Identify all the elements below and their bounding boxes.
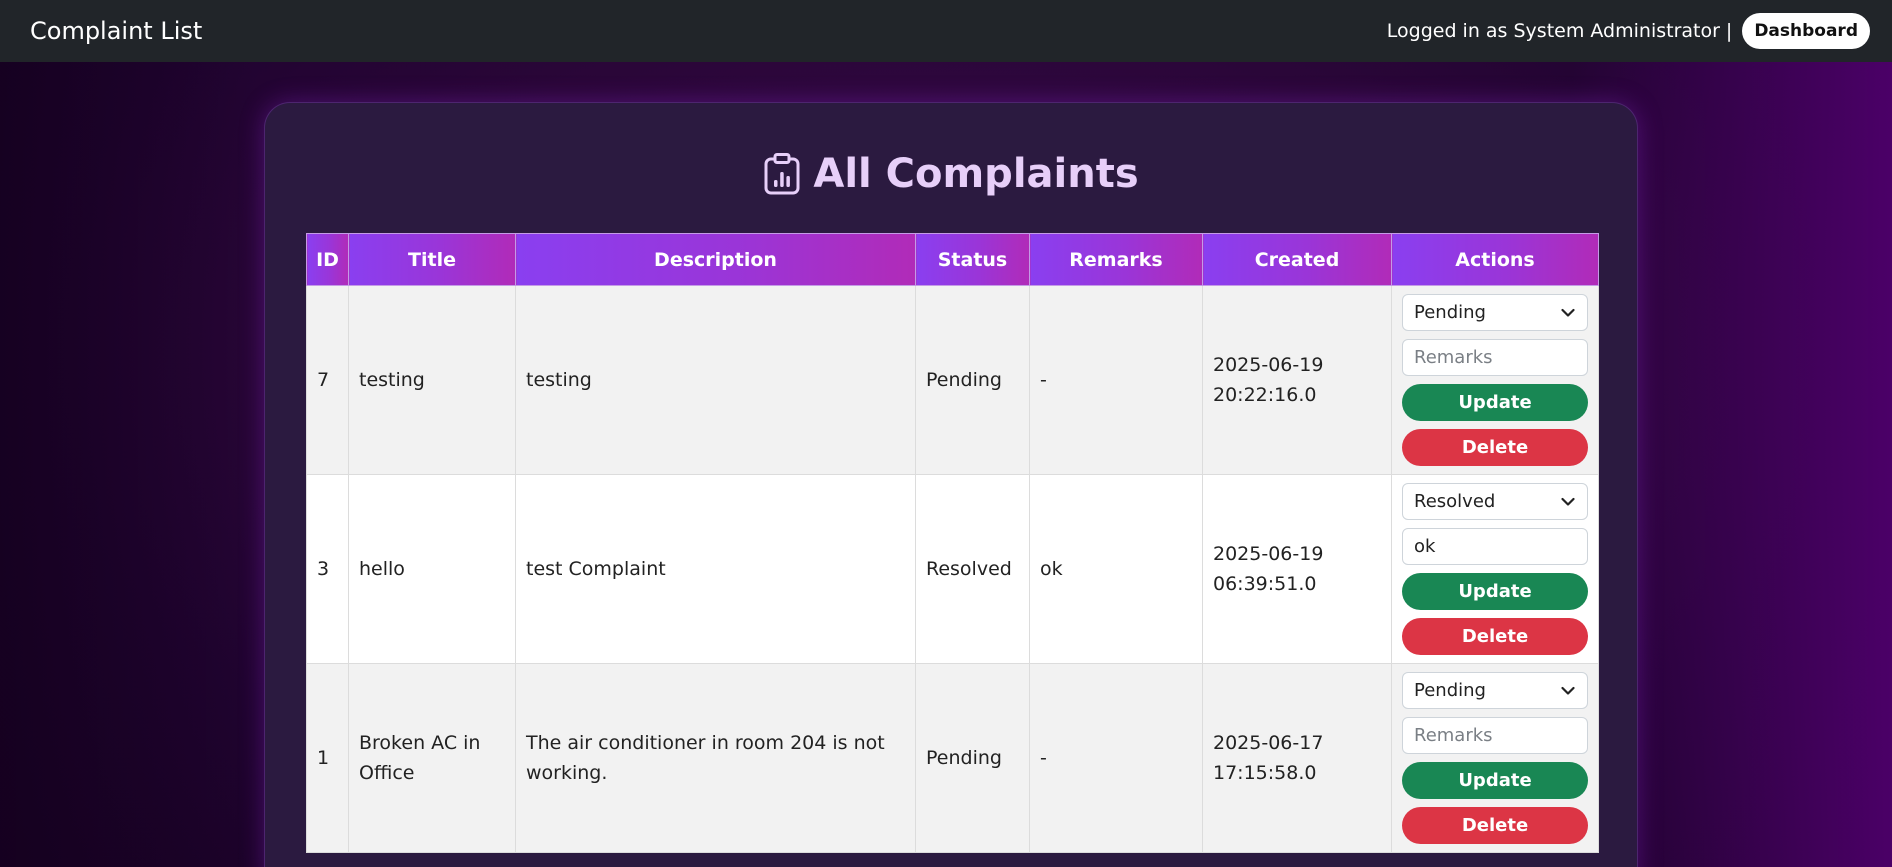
update-button[interactable]: Update [1402, 384, 1588, 421]
navbar-user-area: Logged in as System Administrator | Dash… [1387, 13, 1870, 49]
background-left-shade [0, 62, 260, 867]
remarks-input[interactable]: ok [1402, 528, 1588, 565]
cell-id: 7 [306, 285, 349, 475]
created-time: 20:22:16.0 [1213, 384, 1317, 406]
cell-status: Pending [915, 285, 1030, 475]
cell-created: 2025-06-19 20:22:16.0 [1202, 285, 1392, 475]
update-button[interactable]: Update [1402, 573, 1588, 610]
cell-remarks: ok [1029, 474, 1203, 664]
navbar-brand[interactable]: Complaint List [30, 17, 202, 45]
cell-description: The air conditioner in room 204 is not w… [515, 663, 916, 853]
cell-actions: Resolved ok Update Delete [1391, 474, 1599, 664]
delete-button[interactable]: Delete [1402, 429, 1588, 466]
top-navbar: Complaint List Logged in as System Admin… [0, 0, 1892, 62]
header-actions: Actions [1391, 233, 1599, 286]
cell-remarks: - [1029, 663, 1203, 853]
cell-description: test Complaint [515, 474, 916, 664]
clipboard-chart-icon [764, 153, 800, 195]
cell-created: 2025-06-17 17:15:58.0 [1202, 663, 1392, 853]
cell-status: Pending [915, 663, 1030, 853]
logged-in-text: Logged in as System Administrator [1386, 20, 1720, 42]
status-select-value: Resolved [1414, 490, 1496, 512]
table-row: 7 testing testing Pending - 2025-06-19 2… [306, 285, 1599, 475]
table-row: 1 Broken AC in Office The air conditione… [306, 663, 1599, 853]
created-time: 17:15:58.0 [1213, 762, 1317, 784]
cell-title: Broken AC in Office [348, 663, 516, 853]
complaints-table: ID Title Description Status Remarks Crea… [306, 233, 1599, 853]
status-select[interactable]: Pending [1402, 294, 1588, 331]
header-created: Created [1202, 233, 1392, 286]
page-title: All Complaints [813, 151, 1139, 197]
remarks-input[interactable]: Remarks [1402, 339, 1588, 376]
created-date: 2025-06-19 [1213, 354, 1324, 376]
table-row: 3 hello test Complaint Resolved ok 2025-… [306, 474, 1599, 664]
cell-title: hello [348, 474, 516, 664]
navbar-separator: | [1725, 20, 1733, 42]
cell-title: testing [348, 285, 516, 475]
chevron-down-icon [1561, 686, 1575, 695]
cell-remarks: - [1029, 285, 1203, 475]
cell-id: 1 [306, 663, 349, 853]
cell-created: 2025-06-19 06:39:51.0 [1202, 474, 1392, 664]
status-select-value: Pending [1414, 679, 1486, 701]
cell-status: Resolved [915, 474, 1030, 664]
header-remarks: Remarks [1029, 233, 1203, 286]
created-date: 2025-06-17 [1213, 732, 1324, 754]
header-id: ID [306, 233, 349, 286]
cell-id: 3 [306, 474, 349, 664]
status-select[interactable]: Resolved [1402, 483, 1588, 520]
chevron-down-icon [1561, 308, 1575, 317]
status-select-value: Pending [1414, 301, 1486, 323]
table-header-row: ID Title Description Status Remarks Crea… [306, 233, 1599, 286]
chevron-down-icon [1561, 497, 1575, 506]
header-status: Status [915, 233, 1030, 286]
dashboard-button[interactable]: Dashboard [1742, 13, 1870, 49]
created-time: 06:39:51.0 [1213, 573, 1317, 595]
remarks-input[interactable]: Remarks [1402, 717, 1588, 754]
cell-description: testing [515, 285, 916, 475]
complaints-card: All Complaints ID Title Description Stat… [264, 102, 1638, 867]
header-title: Title [348, 233, 516, 286]
delete-button[interactable]: Delete [1402, 618, 1588, 655]
header-description: Description [515, 233, 916, 286]
cell-actions: Pending Remarks Update Delete [1391, 663, 1599, 853]
created-date: 2025-06-19 [1213, 543, 1324, 565]
delete-button[interactable]: Delete [1402, 807, 1588, 844]
update-button[interactable]: Update [1402, 762, 1588, 799]
page-heading: All Complaints [265, 151, 1637, 197]
cell-actions: Pending Remarks Update Delete [1391, 285, 1599, 475]
status-select[interactable]: Pending [1402, 672, 1588, 709]
